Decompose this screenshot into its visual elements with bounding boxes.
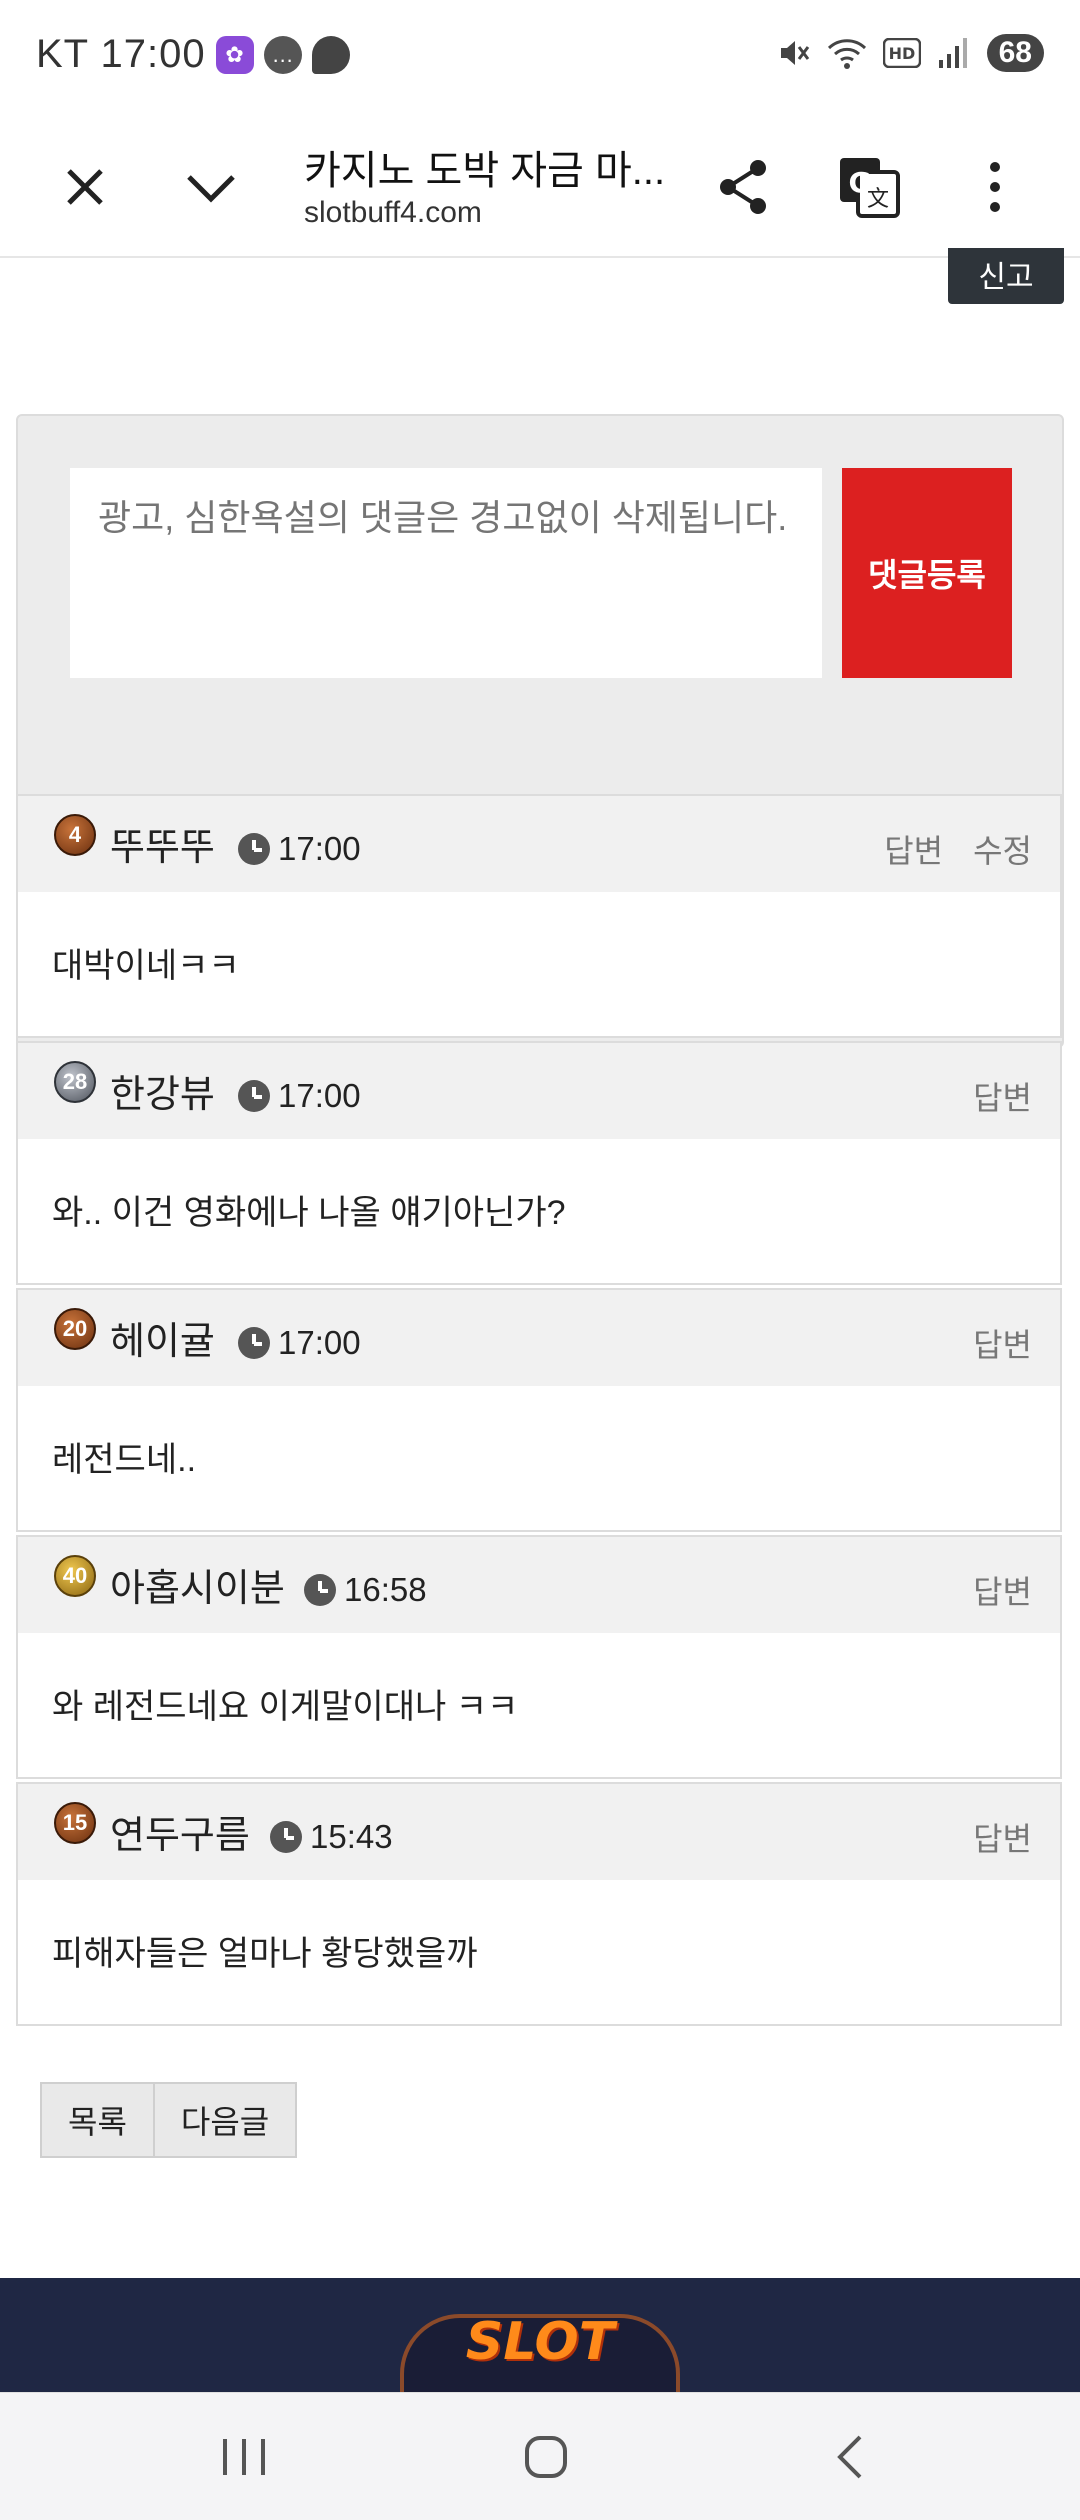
- comment-input[interactable]: [70, 468, 822, 678]
- comment-actions: 답변: [973, 1073, 1032, 1119]
- comment-header: 20 헤이귤 17:00 답변: [18, 1290, 1060, 1386]
- submit-comment-button[interactable]: 댓글등록: [842, 468, 1012, 678]
- comment-time: 17:00: [238, 830, 361, 868]
- comment-author[interactable]: 아홉시이분: [110, 1557, 285, 1612]
- post-navigation: 목록 다음글: [40, 2082, 298, 2158]
- comment-author[interactable]: 뚜뚜뚜: [110, 816, 215, 871]
- site-logo[interactable]: SLOT: [400, 2312, 680, 2392]
- svg-text:HD: HD: [888, 44, 915, 63]
- next-post-button[interactable]: 다음글: [154, 2082, 298, 2158]
- svg-text:文: 文: [867, 187, 889, 212]
- status-left: KT 17:00 ✿ …: [36, 32, 350, 77]
- comment-time-text: 17:00: [278, 830, 361, 867]
- status-right: HD 68: [777, 34, 1044, 72]
- reply-button[interactable]: 답변: [973, 1814, 1032, 1860]
- home-icon[interactable]: [496, 2417, 596, 2497]
- comment-actions: 답변: [973, 1320, 1032, 1366]
- comment-author[interactable]: 한강뷰: [110, 1063, 215, 1118]
- level-badge-icon: 40: [54, 1555, 96, 1597]
- comment-header: 28 한강뷰 17:00 답변: [18, 1043, 1060, 1139]
- page-title: 카지노 도박 자금 마...: [304, 149, 666, 193]
- comment-time: 15:43: [270, 1818, 393, 1856]
- hd-icon: HD: [882, 38, 921, 68]
- app-notification-icon: ✿: [215, 35, 254, 74]
- comment-body: 피해자들은 얼마나 황당했을까: [52, 1935, 478, 1973]
- mute-icon: [780, 41, 809, 65]
- comment-time-text: 17:00: [278, 1324, 361, 1361]
- clock-icon: [270, 1821, 302, 1853]
- signal-icon: [938, 38, 967, 68]
- footer-banner: SLOT: [0, 2278, 1080, 2392]
- recent-apps-icon[interactable]: [194, 2417, 294, 2497]
- comment-time: 17:00: [238, 1077, 361, 1115]
- comment-item: 4 뚜뚜뚜 17:00 답변 수정 대박이네ㅋㅋ: [16, 794, 1062, 1038]
- status-bar: KT 17:00 ✿ … HD 68: [0, 0, 1080, 116]
- reply-button[interactable]: 답변: [973, 1567, 1032, 1613]
- comment-time: 17:00: [238, 1324, 361, 1362]
- wifi-icon: [827, 39, 866, 69]
- leaf-notification-icon: [311, 35, 350, 74]
- comment-time: 16:58: [304, 1571, 427, 1609]
- reply-button[interactable]: 답변: [973, 1320, 1032, 1366]
- comment-actions: 답변: [973, 1814, 1032, 1860]
- page-url: slotbuff4.com: [304, 196, 482, 229]
- level-badge-icon: 15: [54, 1802, 96, 1844]
- comment-actions: 답변: [973, 1567, 1032, 1613]
- more-options-icon[interactable]: [960, 152, 1030, 222]
- level-badge-icon: 20: [54, 1308, 96, 1350]
- comment-header: 40 아홉시이분 16:58 답변: [18, 1537, 1060, 1633]
- comment-body: 레전드네..: [52, 1441, 197, 1479]
- chevron-down-icon[interactable]: [176, 152, 246, 222]
- comment-item: 40 아홉시이분 16:58 답변 와 레전드네요 이게말이대나 ㅋㅋ: [16, 1535, 1062, 1779]
- comment-item: 28 한강뷰 17:00 답변 와.. 이건 영화에나 나올 얘기아닌가?: [16, 1041, 1062, 1285]
- clock-icon: [238, 1080, 270, 1112]
- system-nav-bar: [0, 2392, 1080, 2520]
- comment-header: 4 뚜뚜뚜 17:00 답변 수정: [18, 796, 1060, 892]
- carrier-time: KT 17:00: [36, 32, 206, 76]
- report-button[interactable]: 신고: [948, 248, 1064, 304]
- comment-time-text: 17:00: [278, 1077, 361, 1114]
- comment-body: 와.. 이건 영화에나 나올 얘기아닌가?: [52, 1194, 566, 1232]
- comment-item: 15 연두구름 15:43 답변 피해자들은 얼마나 황당했을까: [16, 1782, 1062, 2026]
- comment-header: 15 연두구름 15:43 답변: [18, 1784, 1060, 1880]
- comment-body: 대박이네ㅋㅋ: [52, 947, 240, 985]
- share-icon[interactable]: [708, 152, 778, 222]
- close-icon[interactable]: [50, 152, 120, 222]
- comment-author[interactable]: 헤이귤: [110, 1310, 215, 1365]
- comment-time-text: 16:58: [344, 1571, 427, 1608]
- clock-icon: [238, 833, 270, 865]
- clock-icon: [238, 1327, 270, 1359]
- logo-text: SLOT: [465, 2312, 615, 2372]
- level-badge-icon: 4: [54, 814, 96, 856]
- clock-icon: [304, 1574, 336, 1606]
- reply-button[interactable]: 답변: [884, 826, 943, 872]
- comment-actions: 답변 수정: [884, 826, 1032, 872]
- reply-button[interactable]: 답변: [973, 1073, 1032, 1119]
- comment-body: 와 레전드네요 이게말이대나 ㅋㅋ: [52, 1688, 519, 1726]
- comment-author[interactable]: 연두구름: [110, 1804, 250, 1859]
- battery-indicator: 68: [986, 34, 1044, 72]
- edit-button[interactable]: 수정: [973, 826, 1032, 872]
- comment-item: 20 헤이귤 17:00 답변 레전드네..: [16, 1288, 1062, 1532]
- page-content: 신고 댓글등록 4 뚜뚜뚜 17:00 답변 수정 대박이네ㅋㅋ 28 한강뷰 …: [0, 248, 1080, 2220]
- translate-icon[interactable]: G文: [834, 152, 904, 222]
- list-button[interactable]: 목록: [40, 2082, 155, 2158]
- level-badge-icon: 28: [54, 1061, 96, 1103]
- browser-toolbar: 카지노 도박 자금 마... slotbuff4.com G文: [0, 116, 1080, 258]
- comment-time-text: 15:43: [310, 1818, 393, 1855]
- back-icon[interactable]: [800, 2417, 900, 2497]
- chat-notification-icon: …: [263, 35, 302, 74]
- comment-list: 4 뚜뚜뚜 17:00 답변 수정 대박이네ㅋㅋ 28 한강뷰 17:00 답변…: [16, 794, 1064, 2029]
